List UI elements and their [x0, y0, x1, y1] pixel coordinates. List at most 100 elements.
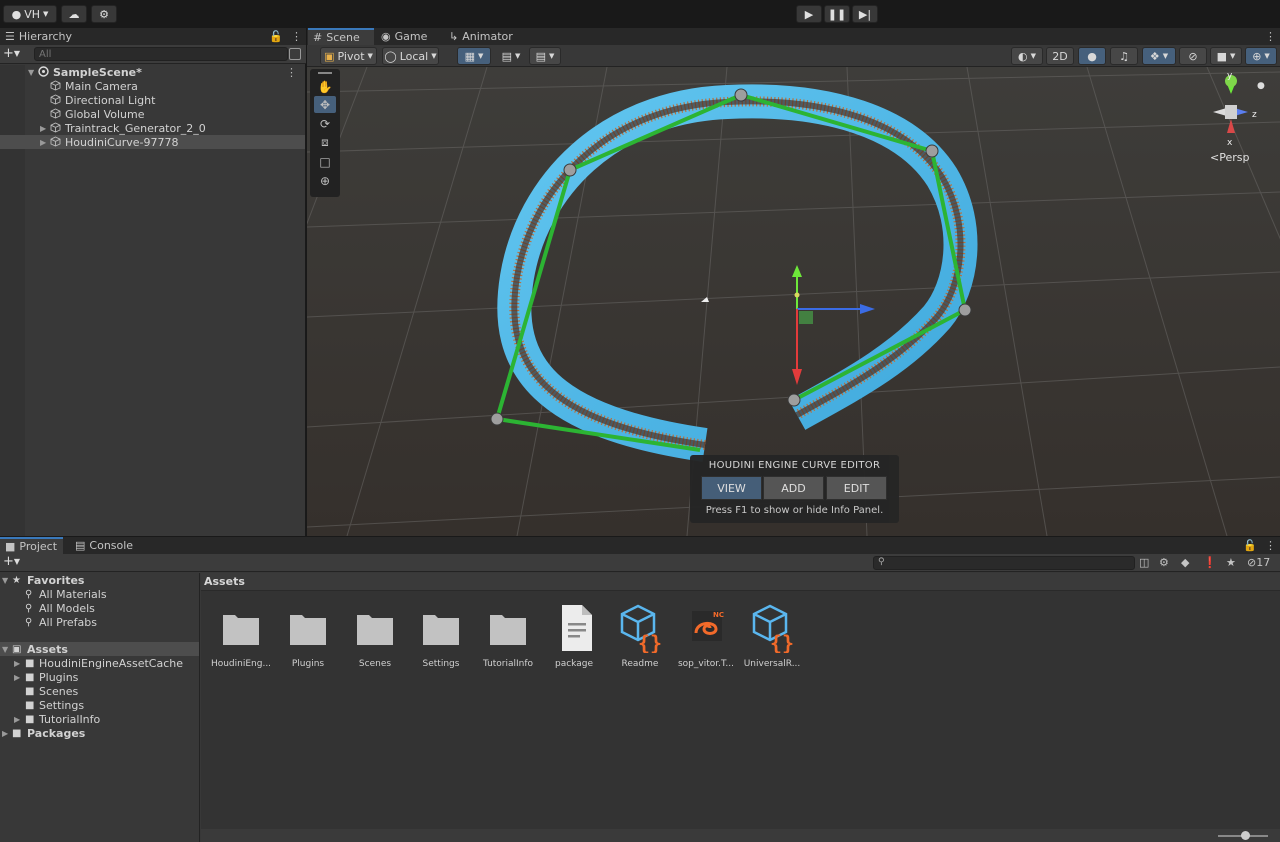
- rect-tool-button[interactable]: □: [314, 153, 336, 170]
- asset-readme[interactable]: {} Readme: [607, 603, 673, 673]
- more-menu-icon[interactable]: ⋮: [286, 66, 297, 79]
- asset-folder-plugins[interactable]: Plugins: [275, 603, 341, 673]
- palette-handle[interactable]: [318, 72, 332, 74]
- icon-size-slider-handle[interactable]: [1241, 831, 1250, 840]
- asset-folder-settings[interactable]: Settings: [408, 603, 474, 673]
- search-icon: ⚲: [25, 616, 33, 628]
- chevron-down-icon: ▼: [478, 52, 484, 60]
- asset-name: Scenes: [358, 659, 392, 669]
- move-tool-button[interactable]: ✥: [314, 96, 336, 113]
- hierarchy-item-samplescene[interactable]: ▼ SampleScene* ⋮: [0, 65, 305, 79]
- tree-item-label: All Materials: [39, 587, 107, 601]
- tab-scene[interactable]: # Scene: [308, 28, 374, 45]
- tab-animator[interactable]: ↳ Animator: [444, 28, 518, 45]
- tree-item-plugins[interactable]: ▶ ■ Plugins: [0, 670, 199, 684]
- hand-tool-button[interactable]: ✋: [314, 78, 336, 95]
- log-filter-icon[interactable]: ❗: [1203, 556, 1217, 569]
- expand-arrow-icon[interactable]: ▶: [40, 124, 46, 133]
- project-search-input[interactable]: ⚲: [873, 556, 1135, 570]
- tree-item-packages[interactable]: ▶ ■ Packages: [0, 726, 199, 740]
- more-menu-icon[interactable]: ⋮: [1265, 30, 1276, 43]
- account-dropdown[interactable]: ● VH ▼: [3, 5, 57, 23]
- tab-hierarchy[interactable]: ☰ Hierarchy: [0, 28, 77, 45]
- lock-icon[interactable]: ●: [1257, 81, 1265, 91]
- scene-visibility-icon[interactable]: [289, 48, 301, 60]
- asset-file-package[interactable]: package: [541, 603, 607, 673]
- pause-button[interactable]: ❚❚: [824, 5, 850, 23]
- tab-project[interactable]: ■ Project: [0, 537, 63, 554]
- asset-houdini-sop[interactable]: NC sop_vitor.T...: [673, 603, 739, 673]
- increment-snap-dropdown[interactable]: ▤ ▼: [495, 47, 527, 65]
- grid-snap-icon: ▦: [464, 49, 475, 63]
- expand-arrow-icon[interactable]: ▶: [14, 673, 20, 682]
- toggle-2d-button[interactable]: 2D: [1046, 47, 1074, 65]
- filter-type-icon[interactable]: ◫: [1139, 556, 1149, 569]
- expand-arrow-icon[interactable]: ▼: [28, 68, 34, 77]
- tree-item-scenes[interactable]: ■ Scenes: [0, 684, 199, 698]
- hierarchy-item-main-camera[interactable]: Main Camera: [0, 79, 305, 93]
- more-menu-icon[interactable]: ⋮: [1265, 539, 1276, 552]
- create-dropdown[interactable]: +▼: [3, 554, 20, 569]
- curve-view-button[interactable]: VIEW: [701, 476, 762, 500]
- tree-item-tutorialinfo[interactable]: ▶ ■ TutorialInfo: [0, 712, 199, 726]
- services-button[interactable]: ⚙: [91, 5, 117, 23]
- hierarchy-item-houdini-curve[interactable]: ▶ HoudiniCurve-97778: [0, 135, 305, 149]
- create-dropdown[interactable]: +▼: [3, 46, 20, 61]
- tab-game[interactable]: ◉ Game: [376, 28, 432, 45]
- effects-dropdown[interactable]: ❖ ▼: [1142, 47, 1176, 65]
- camera-dropdown[interactable]: ■ ▼: [1210, 47, 1242, 65]
- hierarchy-item-traintrack-generator[interactable]: ▶ Traintrack_Generator_2_0: [0, 121, 305, 135]
- tree-item-all-materials[interactable]: ⚲ All Materials: [0, 587, 199, 601]
- asset-folder-houdiniengine[interactable]: HoudiniEng...: [208, 603, 274, 673]
- transform-tool-button[interactable]: ⊕: [314, 172, 336, 189]
- chevron-down-icon: ▼: [515, 52, 521, 60]
- filter-label-icon[interactable]: ⚙: [1159, 556, 1169, 569]
- lighting-toggle[interactable]: ●: [1078, 47, 1106, 65]
- mode-2d-label: 2D: [1052, 49, 1068, 63]
- audio-toggle[interactable]: ♫: [1110, 47, 1138, 65]
- hierarchy-search-input[interactable]: [34, 47, 288, 61]
- tree-item-all-models[interactable]: ⚲ All Models: [0, 601, 199, 615]
- hidden-packages-toggle[interactable]: ⊘17: [1247, 556, 1270, 569]
- curve-add-button[interactable]: ADD: [763, 476, 824, 500]
- asset-folder-tutorialinfo[interactable]: TutorialInfo: [475, 603, 541, 673]
- expand-arrow-icon[interactable]: ▼: [2, 645, 8, 654]
- tab-console[interactable]: ▤ Console: [70, 537, 138, 554]
- tree-item-settings[interactable]: ■ Settings: [0, 698, 199, 712]
- local-dropdown[interactable]: ◯ Local ▼: [382, 47, 439, 65]
- gizmos-dropdown[interactable]: ⊕ ▼: [1245, 47, 1277, 65]
- tag-icon[interactable]: ◆: [1181, 556, 1189, 569]
- favorite-star-icon[interactable]: ★: [1226, 556, 1236, 569]
- expand-arrow-icon[interactable]: ▶: [14, 659, 20, 668]
- play-button[interactable]: ▶: [796, 5, 822, 23]
- more-menu-icon[interactable]: ⋮: [291, 30, 302, 43]
- asset-folder-scenes[interactable]: Scenes: [342, 603, 408, 673]
- tree-item-all-prefabs[interactable]: ⚲ All Prefabs: [0, 615, 199, 629]
- shading-mode-dropdown[interactable]: ◐ ▼: [1011, 47, 1043, 65]
- tree-item-favorites[interactable]: ▼ ★ Favorites: [0, 573, 199, 587]
- tree-item-assets[interactable]: ▼ ▣ Assets: [0, 642, 199, 656]
- asset-universal-render[interactable]: {} UniversalR...: [739, 603, 805, 673]
- scene-viewport[interactable]: y z x ● ✋ ✥ ⟳ ⧈ □ ⊕ <Persp HOUDINI ENGIN…: [307, 67, 1280, 536]
- expand-arrow-icon[interactable]: ▶: [14, 715, 20, 724]
- expand-arrow-icon[interactable]: ▶: [2, 729, 8, 738]
- hierarchy-item-global-volume[interactable]: Global Volume: [0, 107, 305, 121]
- hidden-count: 17: [1256, 556, 1271, 569]
- lock-icon[interactable]: 🔓: [1243, 539, 1257, 552]
- pivot-dropdown[interactable]: ▣ Pivot ▼: [320, 47, 377, 65]
- rotate-tool-button[interactable]: ⟳: [314, 115, 336, 132]
- scale-tool-button[interactable]: ⧈: [314, 134, 336, 151]
- lock-icon[interactable]: 🔓: [269, 30, 283, 43]
- tree-item-houdini-cache[interactable]: ▶ ■ HoudiniEngineAssetCache: [0, 656, 199, 670]
- persp-label[interactable]: <Persp: [1210, 151, 1249, 164]
- expand-arrow-icon[interactable]: ▶: [40, 138, 46, 147]
- ruler-dropdown[interactable]: ▤ ▼: [529, 47, 561, 65]
- expand-arrow-icon[interactable]: ▼: [2, 576, 8, 585]
- cloud-button[interactable]: ☁: [61, 5, 87, 23]
- grid-snap-toggle[interactable]: ▦ ▼: [457, 47, 491, 65]
- step-button[interactable]: ▶|: [852, 5, 878, 23]
- hierarchy-item-directional-light[interactable]: Directional Light: [0, 93, 305, 107]
- scene-visibility-toggle[interactable]: ⊘: [1179, 47, 1207, 65]
- tree-item-label: Favorites: [27, 573, 85, 587]
- curve-edit-button[interactable]: EDIT: [826, 476, 887, 500]
